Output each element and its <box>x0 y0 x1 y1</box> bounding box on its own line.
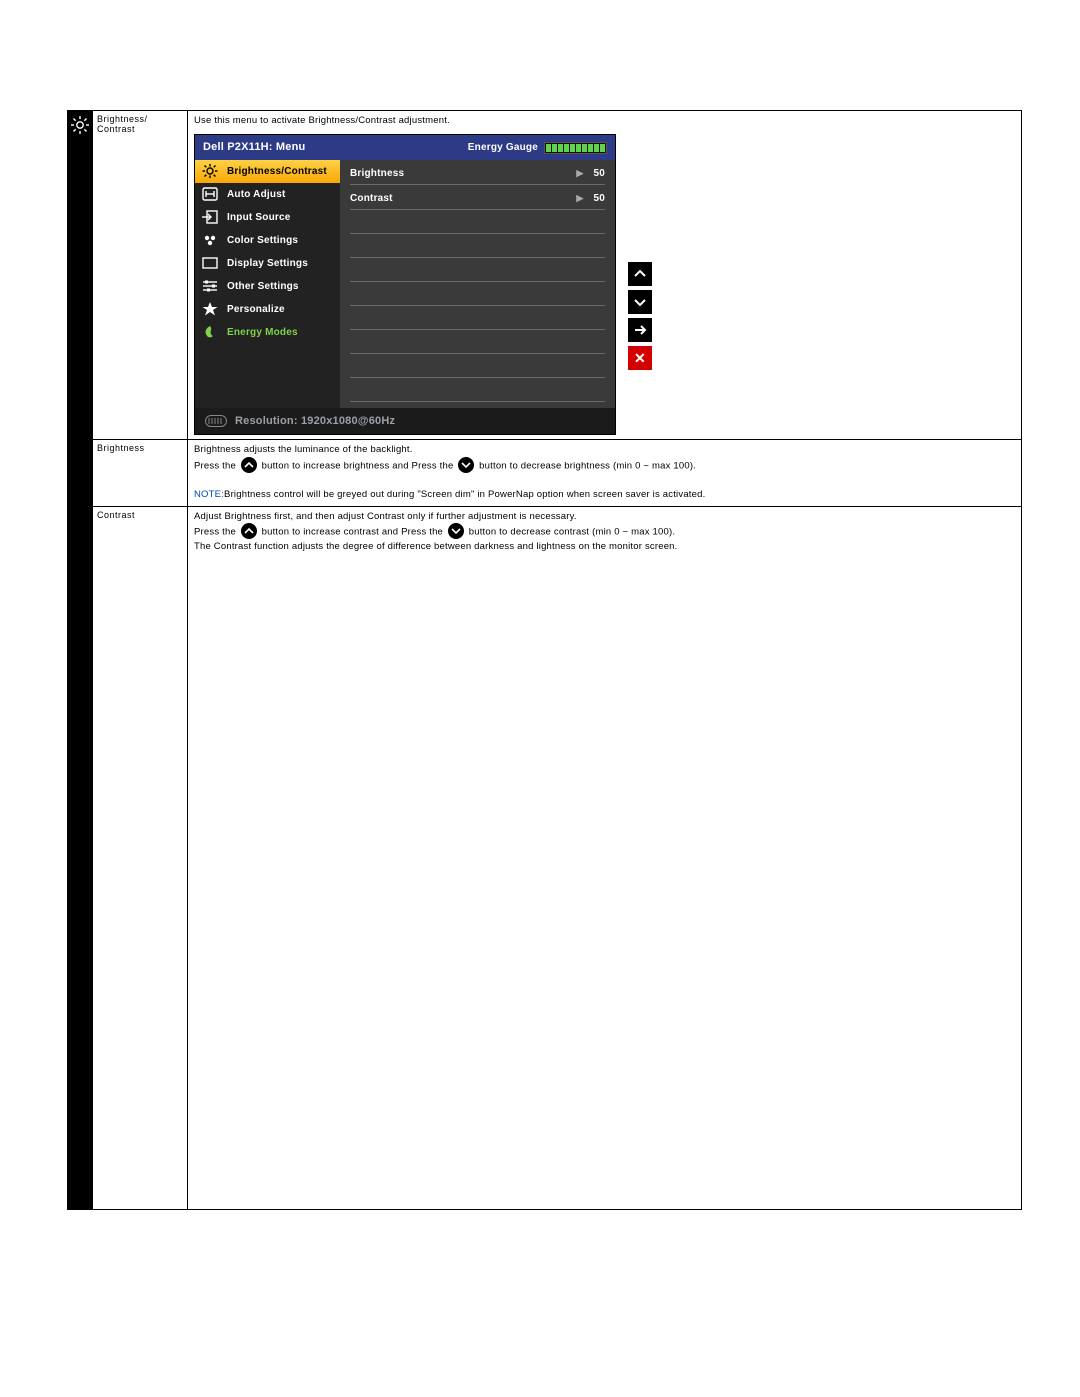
energy-gauge-bars <box>544 142 607 154</box>
close-icon: ✕ <box>634 348 646 369</box>
osd-value-empty <box>350 210 605 234</box>
contrast-after-up: button to increase contrast and Press th… <box>262 527 446 538</box>
osd-menu-auto-adjust[interactable]: Auto Adjust <box>195 183 340 206</box>
osd-menu-label: Auto Adjust <box>227 187 285 202</box>
chevron-up-icon <box>633 267 647 281</box>
osd-value-number: 50 <box>593 191 605 206</box>
color-settings-icon <box>201 233 219 247</box>
row-label-contrast: Contrast <box>93 507 188 1210</box>
osd-value-empty <box>350 234 605 258</box>
energy-modes-icon <box>201 325 219 339</box>
other-settings-icon <box>201 279 219 293</box>
resolution-icon <box>205 415 227 427</box>
auto-adjust-icon <box>201 187 219 201</box>
brightness-icon <box>70 115 90 135</box>
osd-menu-other-settings[interactable]: Other Settings <box>195 275 340 298</box>
osd-menu-input-source[interactable]: Input Source <box>195 206 340 229</box>
osd-menu-label: Energy Modes <box>227 325 298 340</box>
note-label: NOTE: <box>194 489 224 500</box>
row-desc-brightness: Brightness adjusts the luminance of the … <box>188 440 1022 507</box>
osd-menu-label: Other Settings <box>227 279 299 294</box>
osd-footer: Resolution: 1920x1080@60Hz <box>195 408 615 435</box>
row-desc-contrast: Adjust Brightness first, and then adjust… <box>188 507 1022 1210</box>
inline-down-icon <box>448 523 464 539</box>
osd-value-contrast[interactable]: Contrast▶ 50 <box>350 185 605 210</box>
osd-menu-brightness-contrast[interactable]: Brightness/Contrast <box>195 160 340 183</box>
osd-value-brightness[interactable]: Brightness▶ 50 <box>350 160 605 185</box>
brightness-after-up: button to increase brightness and Press … <box>262 460 457 471</box>
osd-menu: Brightness/Contrast Auto Adjust Input Sour… <box>195 160 340 408</box>
section-icon-cell <box>68 111 93 1210</box>
osd-panel: Dell P2X11H: Menu Energy Gauge Brightnes… <box>194 134 616 435</box>
osd-button-enter[interactable] <box>628 318 652 342</box>
osd-value-number: 50 <box>593 166 605 181</box>
brightness-contrast-icon <box>201 164 219 178</box>
osd-button-close[interactable]: ✕ <box>628 346 652 370</box>
osd-button-down[interactable] <box>628 290 652 314</box>
osd-value-label: Brightness <box>350 166 576 181</box>
inline-down-icon <box>458 457 474 473</box>
input-source-icon <box>201 210 219 224</box>
osd-menu-personalize[interactable]: Personalize <box>195 298 340 321</box>
energy-gauge: Energy Gauge <box>468 140 607 155</box>
osd-value-empty <box>350 258 605 282</box>
osd-menu-label: Personalize <box>227 302 285 317</box>
intro-text: Use this menu to activate Brightness/Con… <box>194 115 450 126</box>
osd-header: Dell P2X11H: Menu Energy Gauge <box>195 135 615 160</box>
contrast-press-1: Press the <box>194 527 239 538</box>
osd-value-empty <box>350 282 605 306</box>
row-label-brightness: Brightness <box>93 440 188 507</box>
osd-menu-energy-modes[interactable]: Energy Modes <box>195 321 340 344</box>
osd-button-up[interactable] <box>628 262 652 286</box>
osd-side-buttons: ✕ <box>628 262 652 374</box>
arrow-right-icon <box>633 323 647 337</box>
osd-menu-label: Color Settings <box>227 233 298 248</box>
osd-menu-display-settings[interactable]: Display Settings <box>195 252 340 275</box>
osd-value-empty <box>350 378 605 402</box>
row-label-brightness-contrast: Brightness/ Contrast <box>93 111 188 440</box>
energy-gauge-label: Energy Gauge <box>468 140 538 155</box>
inline-up-icon <box>241 457 257 473</box>
osd-menu-label: Display Settings <box>227 256 308 271</box>
play-icon: ▶ <box>576 167 583 181</box>
brightness-press-1: Press the <box>194 460 239 471</box>
osd-value-empty <box>350 306 605 330</box>
osd-doc-table: Brightness/ Contrast Use this menu to ac… <box>67 110 1022 1210</box>
personalize-icon <box>201 302 219 316</box>
contrast-after-down: button to decrease contrast (min 0 ~ max… <box>469 527 675 538</box>
brightness-after-down: button to decrease brightness (min 0 ~ m… <box>479 460 696 471</box>
play-icon: ▶ <box>576 192 583 206</box>
osd-menu-label: Brightness/Contrast <box>227 164 327 179</box>
brightness-line1: Brightness adjusts the luminance of the … <box>194 444 413 455</box>
contrast-line1: Adjust Brightness first, and then adjust… <box>194 511 577 522</box>
row-desc-brightness-contrast: Use this menu to activate Brightness/Con… <box>188 111 1022 440</box>
osd-value-label: Contrast <box>350 191 576 206</box>
note-text: Brightness control will be greyed out du… <box>224 489 705 500</box>
display-settings-icon <box>201 256 219 270</box>
osd-menu-color-settings[interactable]: Color Settings <box>195 229 340 252</box>
osd-values: Brightness▶ 50 Contrast▶ 50 <box>340 160 615 408</box>
osd-resolution: Resolution: 1920x1080@60Hz <box>235 413 395 430</box>
osd-title: Dell P2X11H: Menu <box>203 139 305 156</box>
contrast-line3: The Contrast function adjusts the degree… <box>194 541 678 552</box>
osd-value-empty <box>350 354 605 378</box>
osd-value-empty <box>350 330 605 354</box>
chevron-down-icon <box>633 295 647 309</box>
inline-up-icon <box>241 523 257 539</box>
osd-menu-label: Input Source <box>227 210 291 225</box>
